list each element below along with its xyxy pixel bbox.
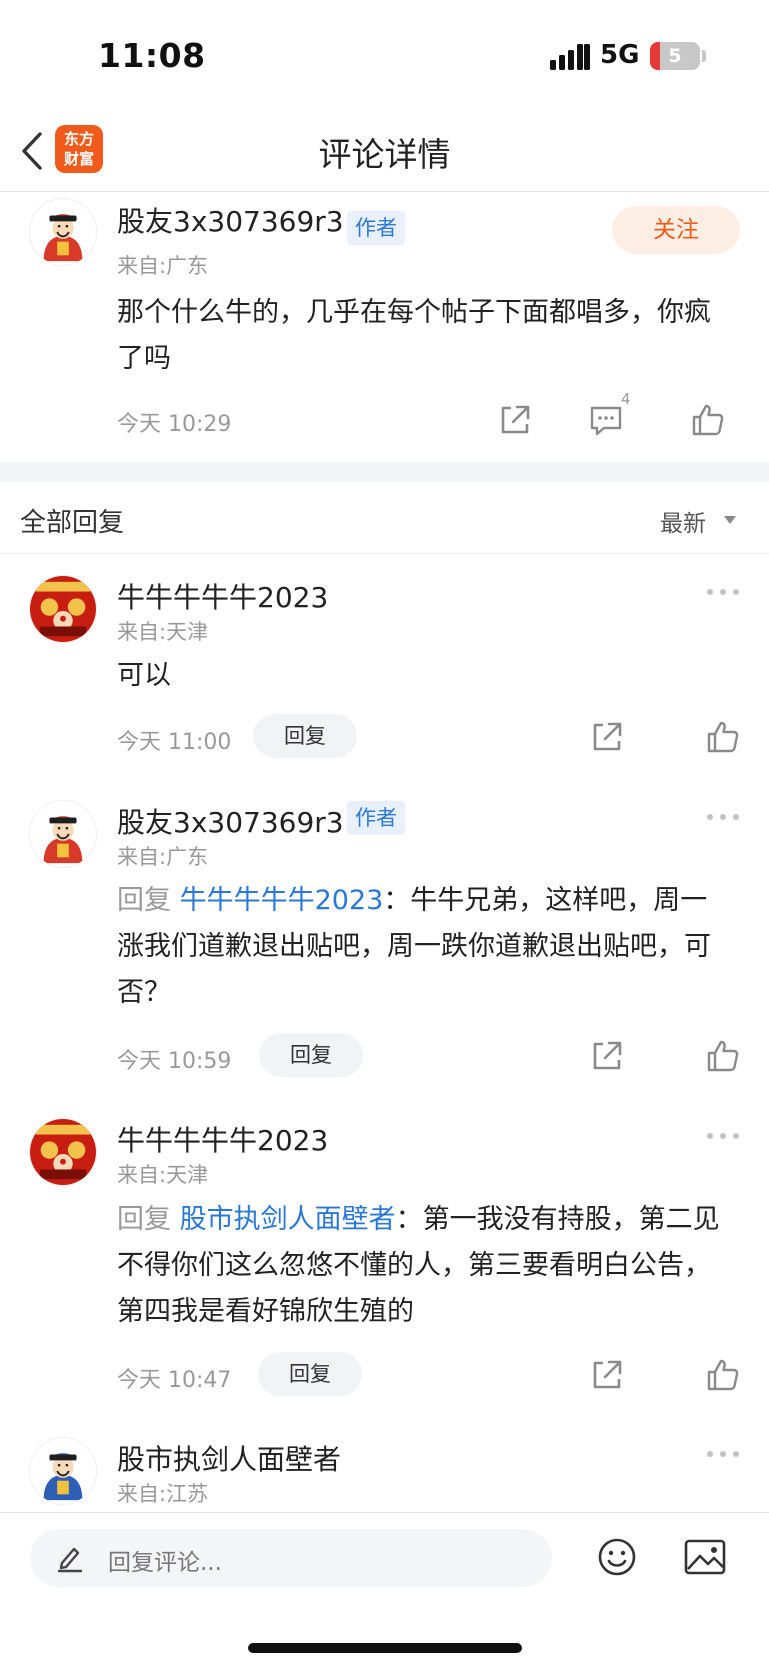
timestamp: 今天 10:47 bbox=[117, 1368, 232, 1393]
timestamp: 今天 11:00 bbox=[117, 730, 232, 755]
like-icon[interactable] bbox=[705, 719, 741, 755]
home-indicator bbox=[248, 1643, 522, 1653]
reply-prefix: 回复 bbox=[117, 885, 180, 916]
battery-percent: 5 bbox=[668, 45, 682, 67]
caishen-avatar-icon bbox=[30, 199, 96, 265]
author-badge: 作者 bbox=[347, 211, 405, 245]
follow-button[interactable]: 关注 bbox=[612, 206, 740, 254]
status-bar: 11:08 5G 5 bbox=[0, 0, 769, 110]
timestamp: 今天 10:59 bbox=[117, 1049, 232, 1074]
avatar[interactable] bbox=[29, 1118, 97, 1186]
page-title: 评论详情 bbox=[318, 135, 451, 174]
festive-avatar-icon bbox=[30, 1119, 96, 1185]
reply-button[interactable]: 回复 bbox=[253, 714, 357, 758]
comment-count: 4 bbox=[621, 390, 631, 408]
nav-bar: 东方 财富 评论详情 bbox=[0, 110, 769, 192]
status-time: 11:08 bbox=[98, 36, 206, 75]
back-arrow-icon[interactable] bbox=[14, 128, 50, 174]
username[interactable]: 股友3x307369r3 bbox=[117, 200, 344, 240]
share-icon[interactable] bbox=[589, 719, 625, 755]
caishen-blue-avatar-icon bbox=[30, 1438, 96, 1504]
avatar[interactable] bbox=[29, 575, 97, 643]
share-icon[interactable] bbox=[589, 1038, 625, 1074]
bottom-bar: 回复评论... bbox=[0, 1512, 769, 1665]
app-logo[interactable]: 东方 财富 bbox=[55, 125, 103, 173]
reply-content: 回复 牛牛牛牛牛2023：牛牛兄弟，这样吧，周一涨我们道歉退出贴吧，周一跌你道歉… bbox=[117, 878, 732, 1016]
sort-button[interactable]: 最新 bbox=[660, 504, 706, 538]
timestamp: 今天 10:29 bbox=[117, 412, 232, 437]
signal-icon bbox=[550, 44, 590, 70]
logo-line-1: 东方 bbox=[63, 130, 94, 148]
replies-title: 全部回复 bbox=[20, 508, 125, 538]
pen-icon bbox=[57, 1547, 83, 1573]
reply-content: 回复 股市执剑人面壁者：第一我没有持股，第二见不得你们这么忽悠不懂的人，第三要看… bbox=[117, 1197, 732, 1335]
comment-icon[interactable] bbox=[588, 402, 624, 438]
battery-tip bbox=[702, 50, 706, 62]
location: 来自:广东 bbox=[117, 845, 209, 869]
avatar[interactable] bbox=[29, 800, 97, 868]
caishen-avatar-icon bbox=[30, 801, 96, 867]
mention-link[interactable]: 牛牛牛牛牛2023 bbox=[180, 885, 384, 916]
more-options-icon[interactable] bbox=[706, 1449, 740, 1459]
like-icon[interactable] bbox=[690, 402, 726, 438]
reply-placeholder: 回复评论... bbox=[108, 1550, 222, 1576]
logo-line-2: 财富 bbox=[63, 150, 94, 168]
location: 来自:天津 bbox=[117, 1163, 209, 1187]
location: 来自:江苏 bbox=[117, 1482, 209, 1506]
emoji-icon[interactable] bbox=[597, 1537, 637, 1577]
image-icon[interactable] bbox=[684, 1539, 726, 1575]
caret-down-icon[interactable] bbox=[724, 516, 736, 524]
comment-content: 那个什么牛的，几乎在每个帖子下面都唱多，你疯了吗 bbox=[117, 297, 711, 374]
reply-button[interactable]: 回复 bbox=[258, 1352, 362, 1396]
more-options-icon[interactable] bbox=[706, 812, 740, 822]
username[interactable]: 股友3x307369r3 bbox=[117, 801, 344, 841]
username[interactable]: 股市执剑人面壁者 bbox=[117, 1438, 341, 1478]
battery-icon: 5 bbox=[650, 42, 700, 70]
section-divider bbox=[0, 462, 769, 482]
more-options-icon[interactable] bbox=[706, 1131, 740, 1141]
location: 来自:广东 bbox=[117, 254, 209, 278]
share-icon[interactable] bbox=[497, 402, 533, 438]
username[interactable]: 牛牛牛牛牛2023 bbox=[117, 576, 328, 616]
network-type: 5G bbox=[600, 40, 640, 70]
avatar[interactable] bbox=[29, 198, 97, 266]
more-options-icon[interactable] bbox=[706, 587, 740, 597]
replies-header: 全部回复 最新 bbox=[0, 482, 769, 554]
share-icon[interactable] bbox=[589, 1357, 625, 1393]
username[interactable]: 牛牛牛牛牛2023 bbox=[117, 1119, 328, 1159]
reply-input[interactable]: 回复评论... bbox=[30, 1529, 552, 1587]
mention-link[interactable]: 股市执剑人面壁者 bbox=[180, 1204, 396, 1235]
avatar[interactable] bbox=[29, 1437, 97, 1505]
like-icon[interactable] bbox=[705, 1038, 741, 1074]
festive-avatar-icon bbox=[30, 576, 96, 642]
reply-prefix: 回复 bbox=[117, 1204, 180, 1235]
location: 来自:天津 bbox=[117, 620, 209, 644]
reply-button[interactable]: 回复 bbox=[259, 1033, 363, 1077]
like-icon[interactable] bbox=[705, 1357, 741, 1393]
author-badge: 作者 bbox=[347, 801, 405, 835]
reply-content: 可以 bbox=[117, 660, 171, 691]
